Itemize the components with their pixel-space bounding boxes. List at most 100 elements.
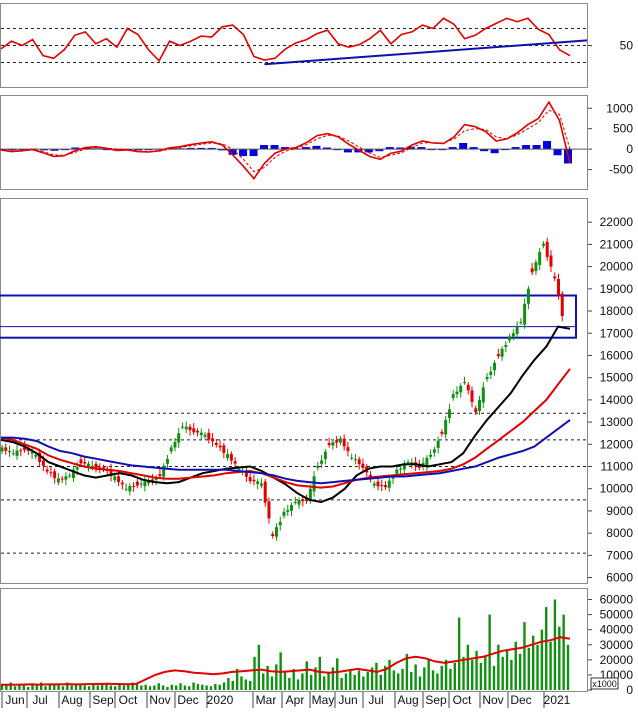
price-candle-body (511, 333, 515, 337)
volume-bar (57, 685, 60, 690)
price-candle-body (530, 268, 534, 273)
volume-bar (44, 686, 47, 690)
price-candle-body (508, 336, 512, 341)
volume-bar (96, 685, 99, 690)
price-candle-body (222, 445, 226, 454)
price-candle-body (199, 432, 203, 436)
volume-bar (301, 673, 304, 690)
volume-bar (349, 668, 352, 690)
price-candle-body (451, 394, 455, 399)
x-axis-tick-label: Aug (61, 693, 82, 707)
macd-histogram-bar (522, 145, 531, 150)
price-candle-body (545, 241, 549, 257)
price-candle-body (158, 474, 162, 477)
price-candle-body (327, 442, 331, 445)
price-candle-body (229, 454, 233, 461)
price-candle-body (11, 453, 15, 455)
price-candle-body (56, 478, 60, 483)
macd-histogram-bar (270, 145, 279, 150)
price-candle-body (462, 382, 466, 384)
price-candle-body (538, 251, 542, 265)
volume-bar (153, 685, 156, 690)
price-candle-body (391, 477, 395, 479)
macd-histogram-bar (553, 149, 562, 156)
volume-bar (436, 673, 439, 690)
volume-bar (214, 683, 217, 690)
volume-bar (87, 686, 91, 690)
price-candle-body (237, 468, 241, 470)
volume-bar (218, 684, 221, 690)
x-axis-tick-label: Sep (425, 693, 447, 707)
price-candle-body (180, 426, 184, 428)
price-axis-tick-label: 12000 (600, 437, 634, 451)
volume-bar (248, 680, 252, 690)
volume-bar (201, 684, 204, 690)
price-candle-body (353, 459, 357, 461)
x-axis-tick-label: Jul (368, 693, 383, 707)
volume-bar (161, 685, 165, 690)
volume-bar (462, 656, 465, 690)
price-candle-body (406, 462, 410, 464)
volume-bar (471, 659, 474, 690)
price-candle-body (553, 276, 557, 279)
price-candle-body (519, 322, 523, 324)
volume-bar (79, 684, 82, 690)
price-axis-tick-label: 11000 (601, 460, 634, 474)
volume-bar (322, 676, 326, 690)
price-candle-body (177, 433, 181, 443)
price-candle-body (207, 432, 211, 440)
x-axis-tick-label: Nov (149, 693, 170, 707)
price-candle-body (188, 426, 192, 431)
price-candle-body (128, 485, 132, 492)
volume-bar (148, 686, 152, 690)
volume-bar (192, 682, 195, 690)
price-candle-body (335, 440, 339, 443)
volume-axis-tick-label: 60000 (600, 593, 634, 607)
x-axis-tick-label: Mar (256, 693, 277, 707)
price-candle-body (440, 431, 444, 434)
price-candle-body (297, 499, 301, 505)
x-axis-tick-label: 2021 (544, 693, 571, 707)
macd-histogram-bar (260, 145, 269, 150)
price-candle-body (256, 481, 260, 484)
price-candle-body (342, 438, 346, 447)
price-axis-tick-label: 9000 (606, 504, 633, 518)
volume-bar (70, 685, 73, 690)
price-candle-body (444, 419, 448, 435)
volume-bar (562, 614, 565, 690)
volume-bar (479, 662, 483, 690)
price-candle-body (357, 459, 361, 465)
x-axis-tick-label: Jun (5, 693, 24, 707)
volume-bar (100, 684, 104, 690)
price-candle-body (267, 501, 271, 519)
volume-bar (296, 679, 300, 690)
macd-axis-tick-label: 500 (613, 122, 633, 136)
price-candle-body (376, 481, 380, 487)
volume-bar (401, 668, 404, 690)
volume-bar (466, 644, 470, 690)
macd-histogram-bar (459, 143, 468, 150)
volume-bar (288, 677, 291, 690)
price-candle-body (312, 476, 316, 492)
price-candle-body (425, 457, 429, 466)
volume-bar (340, 677, 343, 690)
price-candle-body (466, 384, 470, 391)
price-candle-body (53, 471, 57, 479)
price-candle-body (504, 344, 508, 347)
volume-bar (453, 662, 456, 690)
x-axis-tick-label: Apr (286, 693, 305, 707)
volume-bar (545, 607, 548, 690)
volume-bar (492, 665, 496, 690)
price-candle-body (346, 447, 350, 452)
price-candle-body (196, 430, 200, 433)
price-candle-body (169, 447, 173, 452)
volume-bar (366, 671, 369, 690)
price-candle-body (320, 460, 324, 464)
volume-bar (231, 680, 234, 690)
volume-bar (275, 664, 278, 690)
volume-bar (35, 685, 39, 690)
volume-bar (501, 656, 504, 690)
price-candle-body (350, 457, 354, 459)
volume-bar (262, 673, 265, 690)
price-candle-body (478, 399, 482, 411)
